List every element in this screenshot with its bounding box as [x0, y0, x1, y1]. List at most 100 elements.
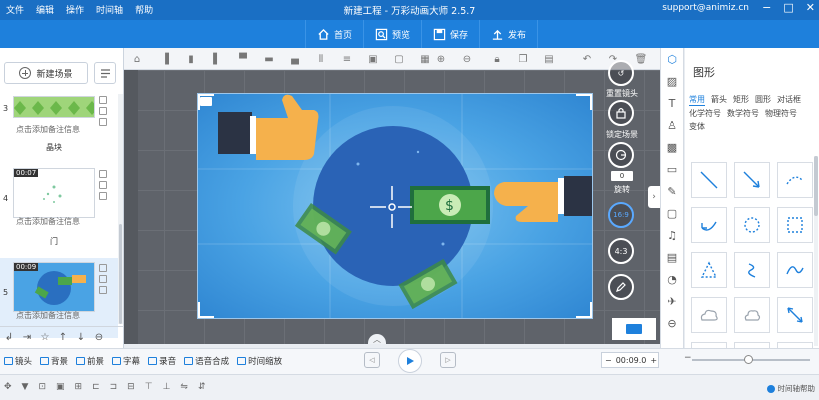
tab-math[interactable]: 数学符号	[727, 108, 759, 119]
copy-icon[interactable]: ❐	[516, 52, 530, 66]
layer-up-icon[interactable]: ⊤	[145, 382, 153, 392]
bubble-tool-icon[interactable]: ▭	[661, 158, 683, 180]
shape-wave[interactable]	[777, 252, 813, 288]
minimize-icon[interactable]: −	[762, 1, 771, 14]
tab-common[interactable]: 常用	[689, 94, 705, 106]
image-tool-icon[interactable]: ▨	[661, 70, 683, 92]
expand-panel-icon[interactable]: ›	[648, 186, 660, 208]
zoom-in-icon[interactable]: ⊕	[434, 52, 448, 66]
account-email[interactable]: support@animiz.cn	[662, 3, 749, 13]
preview-button[interactable]: 预览	[363, 20, 421, 48]
chart-tool-icon[interactable]: ◔	[661, 268, 683, 290]
tab-physics[interactable]: 物理符号	[765, 108, 797, 119]
undo-icon[interactable]: ↶	[580, 52, 594, 66]
music-tool-icon[interactable]: ♫	[661, 224, 683, 246]
favorite-scene-icon[interactable]	[99, 192, 107, 200]
menu-file[interactable]: 文件	[6, 3, 24, 16]
more-tool-icon[interactable]: ⊖	[661, 312, 683, 334]
shape-arrow-line[interactable]	[734, 162, 770, 198]
insert-before-icon[interactable]: ↲	[2, 331, 16, 345]
scene-thumbnail[interactable]: 00:09	[13, 262, 95, 312]
copy-scene-icon[interactable]	[99, 181, 107, 189]
group-icon[interactable]: ▣	[366, 52, 380, 66]
camera-frame-corner[interactable]	[198, 302, 214, 318]
tab-record[interactable]: 录音	[148, 355, 176, 367]
delete-scene-icon[interactable]	[99, 170, 107, 178]
align-middle-icon[interactable]: ▬	[262, 52, 276, 66]
camera-frame-corner[interactable]	[576, 302, 592, 318]
insert-after-icon[interactable]: ⇥	[20, 331, 34, 345]
tab-background[interactable]: 背景	[40, 355, 68, 367]
move-up-icon[interactable]: ↑	[56, 331, 70, 345]
distribute-icon[interactable]: ⊟	[127, 382, 135, 392]
tab-subtitle[interactable]: 字幕	[112, 355, 140, 367]
svg-tool-icon[interactable]: ▩	[661, 136, 683, 158]
previous-frame-button[interactable]: ◁	[364, 352, 380, 368]
camera-preview-icon[interactable]	[612, 318, 656, 340]
scene-note[interactable]: 点击添加备注信息	[16, 216, 80, 227]
align-center-icon[interactable]: ▮	[184, 52, 198, 66]
character-tool-icon[interactable]: ♙	[661, 114, 683, 136]
time-input[interactable]: − 00:09.0 +	[601, 352, 659, 368]
new-scene-button[interactable]: 新建场景	[4, 62, 88, 84]
flash-tool-icon[interactable]: ✈	[661, 290, 683, 312]
zoom-out-timeline-icon[interactable]: −	[684, 353, 692, 363]
align-icon[interactable]: ⊏	[92, 382, 100, 392]
close-icon[interactable]: ✕	[806, 1, 815, 14]
slider-knob[interactable]	[744, 355, 753, 364]
shape-dashed-rect[interactable]	[777, 207, 813, 243]
move-down-icon[interactable]: ↓	[74, 331, 88, 345]
crop-icon[interactable]: ⊡	[38, 382, 46, 392]
tab-circle[interactable]: 圆形	[755, 94, 771, 106]
tab-chemistry[interactable]: 化学符号	[689, 108, 721, 119]
favorite-scene-icon[interactable]	[99, 118, 107, 126]
timeline-zoom-slider[interactable]	[692, 355, 810, 364]
layer-down-icon[interactable]: ⊥	[163, 382, 171, 392]
paste-icon[interactable]: ▤	[542, 52, 556, 66]
tab-camera[interactable]: 镜头	[4, 355, 32, 367]
maximize-icon[interactable]: □	[783, 1, 793, 14]
align-right-icon[interactable]: ▌	[210, 52, 224, 66]
scene-item[interactable]: 3 点击添加备注信息 晶块	[0, 94, 118, 158]
group-elements-icon[interactable]: ⊞	[75, 382, 83, 392]
delete-icon[interactable]: 🗑︎	[634, 52, 648, 66]
star-icon[interactable]: ☆	[38, 331, 52, 345]
align-top-icon[interactable]: ▀	[236, 52, 250, 66]
shape-cloud[interactable]	[691, 297, 727, 333]
shape-freehand[interactable]	[734, 252, 770, 288]
menu-timeline[interactable]: 时间轴	[96, 3, 123, 16]
shape-cloud-2[interactable]	[734, 297, 770, 333]
plus-icon[interactable]: +	[650, 356, 657, 365]
shapes-scrollbar[interactable]	[814, 156, 818, 346]
scene-thumbnail[interactable]	[13, 96, 95, 118]
lock-icon[interactable]: 🔒︎	[490, 52, 504, 66]
copy-scene-icon[interactable]	[99, 107, 107, 115]
publish-button[interactable]: 发布	[479, 20, 539, 48]
menu-help[interactable]: 帮助	[135, 3, 153, 16]
scene-note[interactable]: 点击添加备注信息	[16, 310, 80, 321]
minus-icon[interactable]: −	[605, 356, 612, 365]
edit-camera-button[interactable]	[608, 274, 634, 300]
align-center-bottom-icon[interactable]: ⊐	[110, 382, 118, 392]
align-bottom-icon[interactable]: ▄	[288, 52, 302, 66]
tab-tts[interactable]: 语音合成	[184, 355, 229, 367]
shape-dashed-arc[interactable]	[777, 162, 813, 198]
folder-tool-icon[interactable]: ▢	[661, 202, 683, 224]
favorite-scene-icon[interactable]	[99, 286, 107, 294]
shape-dashed-triangle[interactable]	[691, 252, 727, 288]
camera-frame-corner[interactable]	[576, 94, 592, 110]
shape-curve-arrow[interactable]	[691, 207, 727, 243]
tab-dialog[interactable]: 对话框	[777, 94, 801, 106]
mask-icon[interactable]: ▣	[56, 382, 65, 392]
next-frame-button[interactable]: ▷	[440, 352, 456, 368]
timeline-help-link[interactable]: 时间轴帮助	[766, 383, 815, 394]
zoom-out-icon[interactable]: ⊖	[460, 52, 474, 66]
tab-rectangle[interactable]: 矩形	[733, 94, 749, 106]
shape-double-arrow[interactable]	[777, 297, 813, 333]
flip-v-icon[interactable]: ⇵	[198, 382, 206, 392]
tab-time-scale[interactable]: 时间缩放	[237, 355, 282, 367]
ratio-16-9-button[interactable]: 16:9	[608, 202, 634, 228]
menu-operate[interactable]: 操作	[66, 3, 84, 16]
reset-camera-button[interactable]: ↺	[608, 60, 634, 86]
ungroup-icon[interactable]: ▢	[392, 52, 406, 66]
